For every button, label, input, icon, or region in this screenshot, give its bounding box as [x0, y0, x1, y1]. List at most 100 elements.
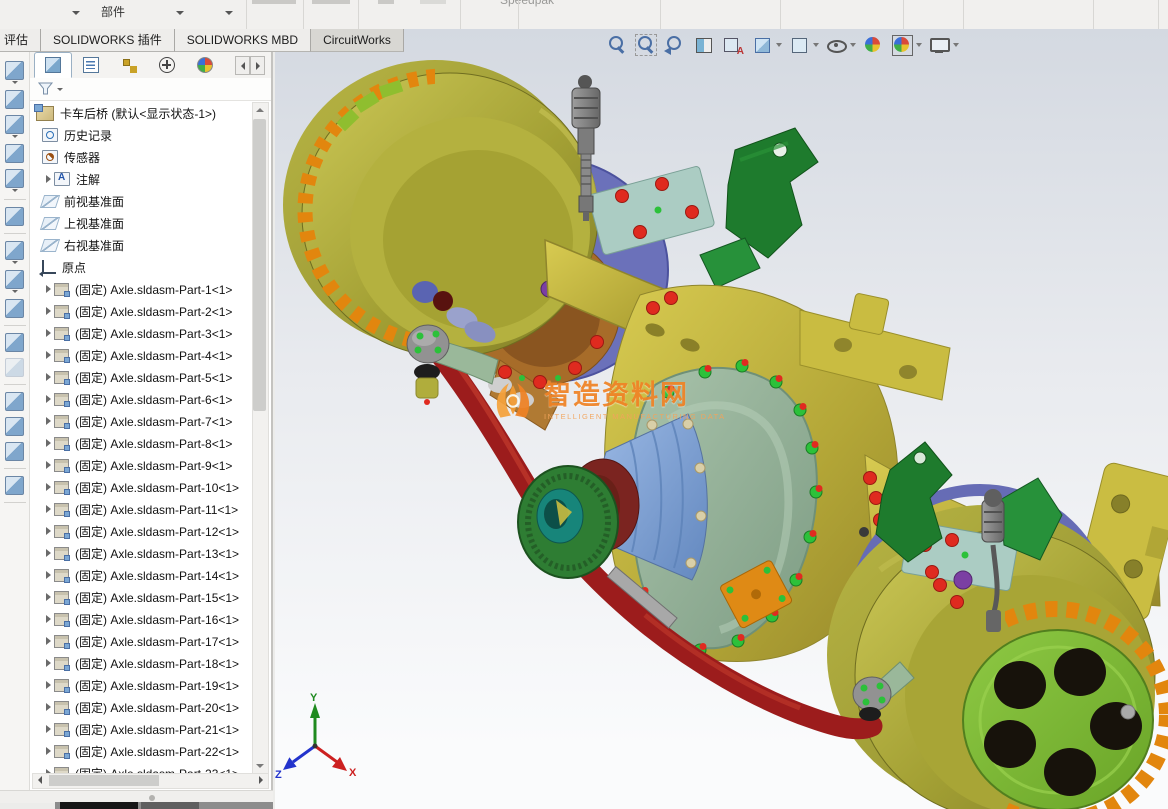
tree-item[interactable]: (固定) Axle.sldasm-Part-17<1>: [30, 630, 256, 652]
tree-item[interactable]: 原点: [30, 256, 256, 278]
expand-arrow-icon[interactable]: [42, 549, 54, 557]
expand-arrow-icon[interactable]: [42, 703, 54, 711]
toolbar-button[interactable]: [5, 442, 24, 461]
tree-item[interactable]: (固定) Axle.sldasm-Part-9<1>: [30, 454, 256, 476]
toolbar-button[interactable]: [5, 169, 24, 192]
expand-arrow-icon[interactable]: [42, 681, 54, 689]
tree-item[interactable]: (固定) Axle.sldasm-Part-16<1>: [30, 608, 256, 630]
ribbon-dropdown-caret[interactable]: [72, 11, 80, 15]
expand-arrow-icon[interactable]: [42, 615, 54, 623]
tree-item[interactable]: (固定) Axle.sldasm-Part-11<1>: [30, 498, 256, 520]
left-spring-bracket[interactable]: [699, 127, 819, 289]
toolbar-button[interactable]: [5, 61, 24, 84]
scroll-left-button[interactable]: [33, 774, 47, 786]
ribbon-button-label[interactable]: 部件: [101, 3, 125, 20]
tree-item[interactable]: (固定) Axle.sldasm-Part-5<1>: [30, 366, 256, 388]
tree-item[interactable]: 历史记录: [30, 124, 256, 146]
tree-root-assembly[interactable]: 卡车后桥 (默认<显示状态-1>): [30, 102, 256, 124]
expand-arrow-icon[interactable]: [42, 307, 54, 315]
toolbar-button[interactable]: [5, 417, 24, 436]
propertymanager-tab[interactable]: [72, 52, 110, 78]
expand-arrow-icon[interactable]: [42, 725, 54, 733]
scroll-right-button[interactable]: [250, 56, 265, 75]
filter-funnel-icon[interactable]: [38, 82, 54, 96]
expand-arrow-icon[interactable]: [42, 417, 54, 425]
expand-arrow-icon[interactable]: [42, 461, 54, 469]
expand-arrow-icon[interactable]: [42, 373, 54, 381]
filter-dropdown-caret[interactable]: [57, 87, 63, 91]
tree-horizontal-scrollbar[interactable]: [32, 773, 269, 789]
configurationmanager-tab[interactable]: [110, 52, 148, 78]
tree-item[interactable]: (固定) Axle.sldasm-Part-18<1>: [30, 652, 256, 674]
featuremanager-tab[interactable]: [34, 52, 72, 78]
tree-item[interactable]: (固定) Axle.sldasm-Part-14<1>: [30, 564, 256, 586]
tab-circuitworks[interactable]: CircuitWorks: [311, 29, 404, 52]
tree-item[interactable]: (固定) Axle.sldasm-Part-19<1>: [30, 674, 256, 696]
toolbar-button[interactable]: [5, 392, 24, 411]
scrollbar-thumb[interactable]: [49, 775, 159, 786]
tree-vertical-scrollbar[interactable]: [252, 102, 269, 774]
tree-item[interactable]: (固定) Axle.sldasm-Part-7<1>: [30, 410, 256, 432]
tree-item[interactable]: (固定) Axle.sldasm-Part-10<1>: [30, 476, 256, 498]
expand-arrow-icon[interactable]: [42, 571, 54, 579]
toolbar-button[interactable]: [5, 115, 24, 138]
toolbar-button[interactable]: [5, 90, 24, 109]
displaymanager-tab[interactable]: [186, 52, 224, 78]
tab-evaluate[interactable]: 评估: [0, 29, 42, 52]
tree-item[interactable]: 前视基准面: [30, 190, 256, 212]
tree-item[interactable]: (固定) Axle.sldasm-Part-22<1>: [30, 740, 256, 762]
tab-solidworks-[interactable]: SOLIDWORKS 插件: [41, 29, 175, 52]
scroll-down-button[interactable]: [253, 759, 266, 773]
tree-item[interactable]: (固定) Axle.sldasm-Part-1<1>: [30, 278, 256, 300]
toolbar-button[interactable]: [5, 207, 24, 226]
expand-arrow-icon[interactable]: [42, 659, 54, 667]
expand-arrow-icon[interactable]: [42, 395, 54, 403]
input-flange[interactable]: [517, 465, 619, 579]
expand-arrow-icon[interactable]: [42, 483, 54, 491]
tree-item[interactable]: (固定) Axle.sldasm-Part-15<1>: [30, 586, 256, 608]
tree-item[interactable]: (固定) Axle.sldasm-Part-3<1>: [30, 322, 256, 344]
graphics-viewport[interactable]: Y Z X 智造资料网 INTELLIGENT MANUFACTURING DA…: [275, 29, 1168, 809]
expand-arrow-icon[interactable]: [42, 747, 54, 755]
toolbar-button[interactable]: [5, 299, 24, 318]
dropdown-caret-icon[interactable]: [11, 189, 18, 192]
toolbar-button[interactable]: [5, 241, 24, 264]
toolbar-button[interactable]: [5, 333, 24, 352]
ribbon-dropdown-caret[interactable]: [225, 11, 233, 15]
toolbar-button[interactable]: [5, 144, 24, 163]
ribbon-button-label-clipped[interactable]: Speedpak: [500, 0, 554, 7]
toolbar-button[interactable]: [5, 270, 24, 293]
scroll-up-button[interactable]: [253, 103, 266, 117]
tree-item[interactable]: (固定) Axle.sldasm-Part-20<1>: [30, 696, 256, 718]
tree-item[interactable]: 注解: [30, 168, 256, 190]
tree-item[interactable]: 传感器: [30, 146, 256, 168]
dropdown-caret-icon[interactable]: [11, 261, 18, 264]
tree-item[interactable]: (固定) Axle.sldasm-Part-12<1>: [30, 520, 256, 542]
expand-arrow-icon[interactable]: [42, 637, 54, 645]
taskbar-edge[interactable]: [55, 802, 273, 809]
dimxpertmanager-tab[interactable]: [148, 52, 186, 78]
expand-arrow-icon[interactable]: [42, 593, 54, 601]
tree-item[interactable]: (固定) Axle.sldasm-Part-4<1>: [30, 344, 256, 366]
expand-arrow-icon[interactable]: [42, 175, 54, 183]
expand-arrow-icon[interactable]: [42, 351, 54, 359]
scroll-right-button[interactable]: [254, 774, 268, 786]
expand-arrow-icon[interactable]: [42, 527, 54, 535]
expand-arrow-icon[interactable]: [42, 329, 54, 337]
tree-item[interactable]: (固定) Axle.sldasm-Part-2<1>: [30, 300, 256, 322]
dropdown-caret-icon[interactable]: [11, 290, 18, 293]
dropdown-caret-icon[interactable]: [11, 135, 18, 138]
tree-item[interactable]: (固定) Axle.sldasm-Part-21<1>: [30, 718, 256, 740]
scroll-left-button[interactable]: [235, 56, 250, 75]
tree-item[interactable]: 上视基准面: [30, 212, 256, 234]
tab-solidworks-mbd[interactable]: SOLIDWORKS MBD: [174, 29, 312, 52]
dropdown-caret-icon[interactable]: [11, 81, 18, 84]
scrollbar-thumb[interactable]: [253, 119, 266, 411]
toolbar-button[interactable]: [5, 476, 24, 495]
tree-item[interactable]: (固定) Axle.sldasm-Part-8<1>: [30, 432, 256, 454]
left-brake-drum[interactable]: [283, 60, 599, 358]
tree-item[interactable]: 右视基准面: [30, 234, 256, 256]
expand-arrow-icon[interactable]: [42, 505, 54, 513]
tree-item[interactable]: (固定) Axle.sldasm-Part-6<1>: [30, 388, 256, 410]
tree-item[interactable]: (固定) Axle.sldasm-Part-13<1>: [30, 542, 256, 564]
